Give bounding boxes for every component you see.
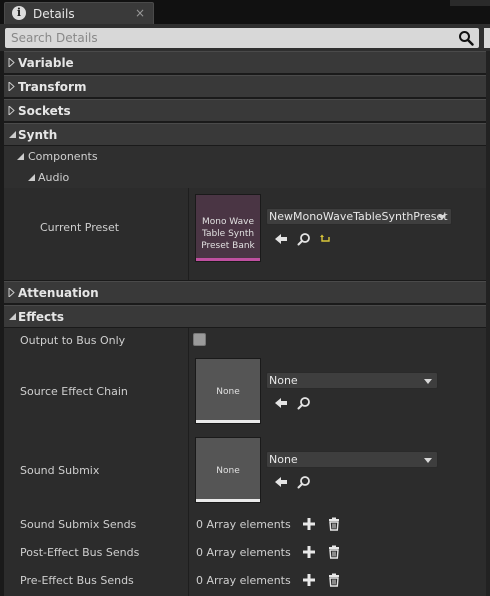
thumbnail-text: None — [216, 387, 240, 397]
tab-title: Details — [33, 7, 75, 21]
search-edge — [484, 28, 490, 48]
trash-icon[interactable] — [327, 517, 341, 531]
search-placeholder: Search Details — [11, 31, 98, 45]
thumbnail-text: None — [216, 466, 240, 476]
array-count: 0 Array elements — [196, 574, 291, 587]
trash-icon[interactable] — [327, 573, 341, 587]
subcategory-audio[interactable]: Audio — [4, 167, 490, 188]
row-pre-effect-bus-sends: Pre-Effect Bus Sends 0 Array elements — [4, 566, 490, 596]
property-label: Current Preset — [40, 221, 120, 234]
use-selected-arrow-icon[interactable] — [274, 232, 288, 246]
column-splitter[interactable] — [188, 566, 189, 596]
category-transform[interactable]: Transform — [4, 75, 490, 97]
collapse-arrow-icon[interactable] — [27, 173, 36, 182]
add-element-icon[interactable] — [302, 545, 316, 559]
array-count: 0 Array elements — [196, 546, 291, 559]
collapse-arrow-icon[interactable] — [16, 152, 25, 161]
tab-bar-edge — [450, 0, 490, 6]
add-element-icon[interactable] — [302, 573, 316, 587]
collapse-arrow-icon[interactable] — [8, 130, 17, 139]
output-to-bus-only-checkbox[interactable] — [193, 333, 206, 346]
row-output-to-bus-only: Output to Bus Only — [4, 328, 490, 352]
asset-thumbnail[interactable]: Mono Wave Table Synth Preset Bank — [195, 194, 261, 262]
search-input[interactable]: Search Details — [5, 28, 479, 48]
use-selected-arrow-icon[interactable] — [274, 475, 288, 489]
chevron-down-icon — [424, 458, 432, 463]
category-label: Attenuation — [18, 286, 99, 300]
asset-picker-combo[interactable]: None — [266, 451, 438, 468]
asset-picker-combo[interactable]: NewMonoWaveTableSynthPreset — [266, 208, 452, 225]
category-sockets[interactable]: Sockets — [4, 99, 490, 121]
array-count: 0 Array elements — [196, 518, 291, 531]
category-synth[interactable]: Synth — [4, 123, 490, 145]
property-label: Sound Submix Sends — [20, 518, 137, 531]
browse-search-icon[interactable] — [297, 232, 311, 246]
search-icon[interactable] — [458, 30, 474, 46]
column-splitter[interactable] — [188, 430, 189, 510]
chevron-down-icon — [438, 215, 446, 220]
subcategory-label: Components — [28, 150, 98, 163]
property-label: Output to Bus Only — [20, 334, 126, 347]
column-splitter[interactable] — [188, 352, 189, 430]
close-icon[interactable]: × — [135, 6, 145, 20]
expand-arrow-icon[interactable] — [8, 58, 15, 67]
category-variable[interactable]: Variable — [4, 51, 490, 73]
combo-value: None — [269, 374, 298, 387]
thumbnail-text-line: Mono Wave — [201, 217, 255, 227]
asset-thumbnail[interactable]: None — [195, 358, 261, 424]
column-splitter[interactable] — [188, 538, 189, 566]
property-label: Post-Effect Bus Sends — [20, 546, 140, 559]
asset-type-color-bar — [196, 420, 260, 423]
row-post-effect-bus-sends: Post-Effect Bus Sends 0 Array elements — [4, 538, 490, 566]
combo-value: None — [269, 453, 298, 466]
column-splitter[interactable] — [188, 510, 189, 538]
use-selected-arrow-icon[interactable] — [274, 396, 288, 410]
property-label: Pre-Effect Bus Sends — [20, 574, 134, 587]
column-splitter[interactable] — [188, 188, 189, 280]
search-row: Search Details — [0, 24, 490, 51]
category-label: Sockets — [18, 104, 71, 118]
chevron-down-icon — [424, 379, 432, 384]
combo-value: NewMonoWaveTableSynthPreset — [269, 210, 448, 223]
thumbnail-text-line: Table Synth — [201, 229, 255, 239]
category-label: Variable — [18, 56, 74, 70]
tab-details[interactable]: i Details × — [4, 2, 154, 24]
asset-type-color-bar — [196, 499, 260, 502]
asset-thumbnail[interactable]: None — [195, 437, 261, 503]
category-effects[interactable]: Effects — [4, 305, 490, 327]
tab-bar: i Details × — [0, 0, 490, 24]
subcategory-label: Audio — [38, 171, 70, 184]
thumbnail-text-line: Preset Bank — [201, 241, 255, 251]
category-label: Transform — [18, 80, 87, 94]
asset-type-color-bar — [196, 258, 260, 261]
expand-arrow-icon[interactable] — [8, 82, 15, 91]
property-label: Sound Submix — [20, 464, 100, 477]
expand-arrow-icon[interactable] — [8, 106, 15, 115]
trash-icon[interactable] — [327, 545, 341, 559]
property-label: Source Effect Chain — [20, 385, 128, 398]
row-current-preset: Current Preset Mono Wave Table Synth Pre… — [4, 188, 490, 280]
row-sound-submix: Sound Submix None None — [4, 430, 490, 510]
expand-arrow-icon[interactable] — [8, 288, 15, 297]
subcategory-components[interactable]: Components — [4, 146, 490, 167]
info-icon: i — [12, 6, 26, 20]
asset-picker-combo[interactable]: None — [266, 372, 438, 389]
reset-to-default-icon[interactable] — [319, 234, 333, 248]
browse-search-icon[interactable] — [297, 475, 311, 489]
column-splitter[interactable] — [188, 328, 189, 352]
collapse-arrow-icon[interactable] — [8, 312, 17, 321]
browse-search-icon[interactable] — [297, 396, 311, 410]
scrollbar[interactable] — [486, 51, 490, 596]
row-sound-submix-sends: Sound Submix Sends 0 Array elements — [4, 510, 490, 538]
category-attenuation[interactable]: Attenuation — [4, 281, 490, 303]
category-label: Effects — [18, 310, 65, 324]
add-element-icon[interactable] — [302, 517, 316, 531]
category-label: Synth — [18, 128, 58, 142]
row-source-effect-chain: Source Effect Chain None None — [4, 352, 490, 430]
